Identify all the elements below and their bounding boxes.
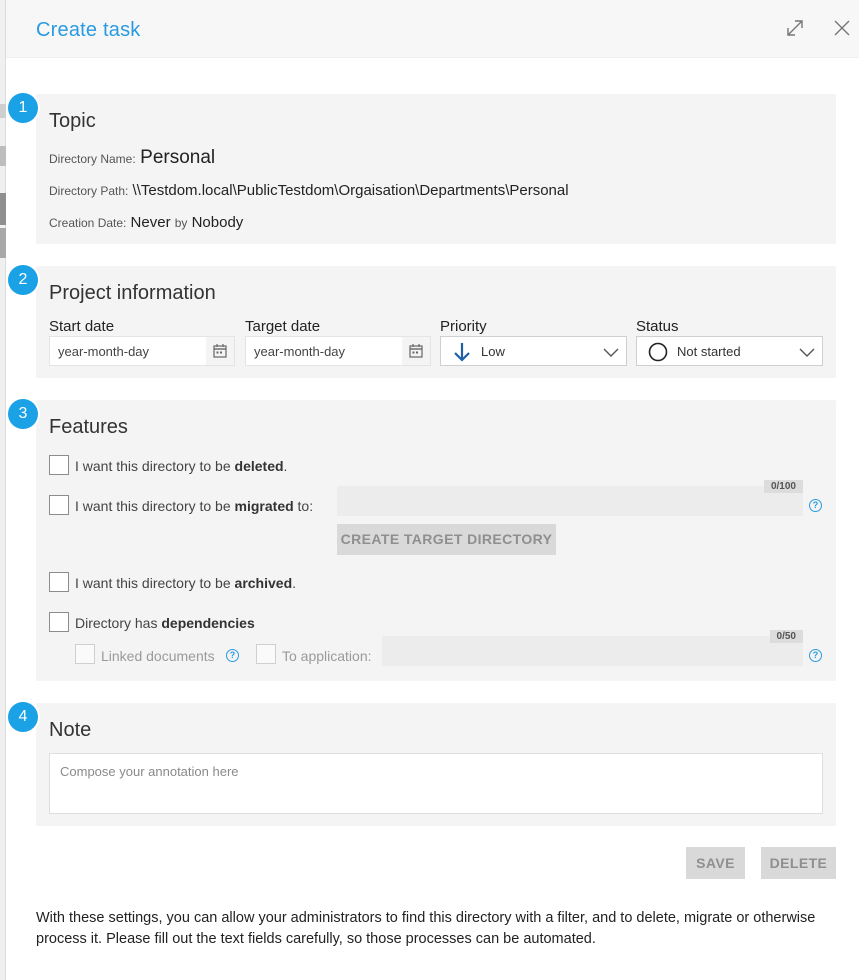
features-section: 3 Features I want this directory to be d… (8, 399, 836, 681)
archived-checkbox[interactable] (49, 572, 69, 592)
directory-path-label: Directory Path: (49, 184, 129, 198)
target-date-label: Target date (245, 318, 321, 335)
deleted-checkbox[interactable] (49, 455, 69, 475)
deleted-label-bold: deleted (234, 458, 284, 474)
archived-label-prefix: I want this directory to be (75, 575, 235, 591)
step-badge-4: 4 (8, 702, 38, 732)
creation-date-row: Creation Date: Never by Nobody (49, 214, 243, 231)
deleted-label-suffix: . (283, 458, 288, 474)
project-information-title: Project information (49, 282, 216, 304)
help-icon[interactable]: ? (809, 649, 822, 662)
dialog-title: Create task (36, 19, 141, 41)
note-placeholder: Compose your annotation here (60, 764, 239, 779)
expand-icon[interactable] (784, 17, 806, 39)
save-button[interactable]: SAVE (686, 847, 745, 879)
close-icon[interactable] (831, 17, 853, 39)
calendar-icon[interactable] (402, 337, 430, 365)
note-textarea[interactable]: Compose your annotation here (49, 753, 823, 814)
application-input[interactable]: 0/50 (382, 630, 803, 666)
migrated-label-prefix: I want this directory to be (75, 498, 235, 514)
topic-section: 1 Topic Directory Name: Personal Directo… (8, 93, 836, 244)
migrated-checkbox-label[interactable]: I want this directory to be migrated to: (75, 498, 313, 514)
help-icon[interactable]: ? (226, 649, 239, 662)
status-label: Status (636, 318, 679, 335)
circle-icon (646, 340, 670, 364)
creation-date-label: Creation Date: (49, 216, 127, 230)
migrated-checkbox[interactable] (49, 495, 69, 515)
archived-label-suffix: . (292, 575, 297, 591)
by-label: by (174, 216, 188, 230)
application-char-counter: 0/50 (769, 630, 803, 643)
start-date-input[interactable]: year-month-day (49, 336, 235, 366)
creation-date-value: Never (130, 214, 171, 231)
topic-title: Topic (49, 110, 96, 132)
status-select[interactable]: Not started (636, 336, 823, 366)
to-application-checkbox[interactable] (256, 644, 276, 664)
directory-path-row: Directory Path: \\Testdom.local\PublicTe… (49, 182, 569, 199)
dependencies-checkbox-label[interactable]: Directory has dependencies (75, 615, 255, 631)
directory-path-value: \\Testdom.local\PublicTestdom\Orgaisatio… (132, 182, 569, 199)
created-by-value: Nobody (191, 214, 244, 231)
status-value: Not started (677, 344, 741, 359)
migration-target-input[interactable]: 0/100 (337, 480, 803, 516)
archived-checkbox-label[interactable]: I want this directory to be archived. (75, 575, 296, 591)
step-badge-2: 2 (8, 265, 38, 295)
step-badge-3: 3 (8, 399, 38, 429)
dependencies-label-bold: dependencies (161, 615, 255, 631)
project-information-section: 2 Project information Start date year-mo… (8, 265, 836, 378)
migrated-label-suffix: to: (293, 498, 314, 514)
arrow-down-icon (450, 340, 474, 364)
directory-name-label: Directory Name: (49, 152, 136, 166)
footer-description: With these settings, you can allow your … (36, 910, 816, 947)
target-date-input[interactable]: year-month-day (245, 336, 431, 366)
directory-name-row: Directory Name: Personal (49, 147, 215, 169)
dependencies-label-prefix: Directory has (75, 615, 162, 631)
migration-char-counter: 0/100 (763, 480, 803, 493)
note-title: Note (49, 719, 92, 741)
step-badge-1: 1 (8, 93, 38, 123)
priority-label: Priority (440, 318, 487, 335)
note-section: 4 Note Compose your annotation here (8, 702, 836, 826)
directory-name-value: Personal (140, 147, 216, 168)
start-date-label: Start date (49, 318, 115, 335)
deleted-label-prefix: I want this directory to be (75, 458, 235, 474)
chevron-down-icon (602, 343, 620, 361)
to-application-label: To application: (282, 648, 372, 664)
start-date-placeholder: year-month-day (58, 344, 150, 359)
create-target-directory-button[interactable]: CREATE TARGET DIRECTORY (337, 524, 556, 555)
linked-documents-checkbox[interactable] (75, 644, 95, 664)
dialog-header: Create task (6, 0, 859, 58)
calendar-icon[interactable] (206, 337, 234, 365)
dependencies-checkbox[interactable] (49, 612, 69, 632)
priority-select[interactable]: Low (440, 336, 627, 366)
features-title: Features (49, 416, 128, 438)
target-date-placeholder: year-month-day (254, 344, 346, 359)
priority-value: Low (481, 344, 505, 359)
migrated-label-bold: migrated (234, 498, 294, 514)
linked-documents-label: Linked documents (101, 648, 215, 664)
archived-label-bold: archived (234, 575, 293, 591)
create-task-dialog: Create task 1 Topic Directory Name: Pers… (6, 0, 859, 980)
help-icon[interactable]: ? (809, 499, 822, 512)
delete-button[interactable]: DELETE (761, 847, 836, 879)
chevron-down-icon (798, 343, 816, 361)
deleted-checkbox-label[interactable]: I want this directory to be deleted. (75, 458, 287, 474)
